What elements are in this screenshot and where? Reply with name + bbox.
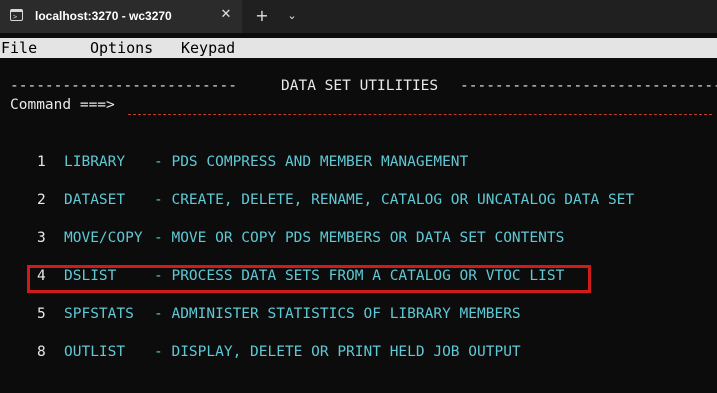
terminal-tab[interactable]: >_ localhost:3270 - wc3270 ✕ xyxy=(0,0,242,33)
new-tab-icon[interactable]: + xyxy=(252,6,272,26)
title-bar: >_ localhost:3270 - wc3270 ✕ + ⌄ xyxy=(0,0,717,33)
option-number: 8 xyxy=(37,344,46,360)
terminal-icon: >_ xyxy=(10,9,23,21)
option-description: - PDS COMPRESS AND MEMBER MANAGEMENT xyxy=(154,154,469,170)
screen-title: DATA SET UTILITIES xyxy=(281,78,439,94)
terminal-icon-glyph: >_ xyxy=(13,13,22,21)
option-description: - ADMINISTER STATISTICS OF LIBRARY MEMBE… xyxy=(154,306,521,322)
menu-options[interactable]: Options xyxy=(90,39,153,57)
header-rule-left: -------------------------- xyxy=(10,78,237,94)
option-number: 1 xyxy=(37,154,46,170)
option-number: 2 xyxy=(37,192,46,208)
option-description: - CREATE, DELETE, RENAME, CATALOG OR UNC… xyxy=(154,192,635,208)
command-label: Command ===> xyxy=(10,97,115,113)
option-number: 3 xyxy=(37,230,46,246)
option-dataset[interactable]: DATASET xyxy=(64,191,125,209)
menu-bar: File Options Keypad xyxy=(0,38,717,58)
option-outlist[interactable]: OUTLIST xyxy=(64,343,125,361)
option-spfstats[interactable]: SPFSTATS xyxy=(64,305,134,323)
chevron-down-icon[interactable]: ⌄ xyxy=(283,6,301,26)
menu-file[interactable]: File xyxy=(1,39,37,57)
option-number: 5 xyxy=(37,306,46,322)
option-library[interactable]: LIBRARY xyxy=(64,153,125,171)
command-input[interactable] xyxy=(128,97,712,115)
header-rule-right: ------------------------------- xyxy=(460,78,717,94)
tab-title: localhost:3270 - wc3270 xyxy=(35,9,172,23)
option-move-copy[interactable]: MOVE/COPY xyxy=(64,229,143,247)
option-description: - DISPLAY, DELETE OR PRINT HELD JOB OUTP… xyxy=(154,344,521,360)
dslist-highlight-box xyxy=(27,265,591,293)
menu-keypad[interactable]: Keypad xyxy=(181,39,235,57)
option-description: - MOVE OR COPY PDS MEMBERS OR DATA SET C… xyxy=(154,230,565,246)
close-tab-icon[interactable]: ✕ xyxy=(218,7,234,23)
